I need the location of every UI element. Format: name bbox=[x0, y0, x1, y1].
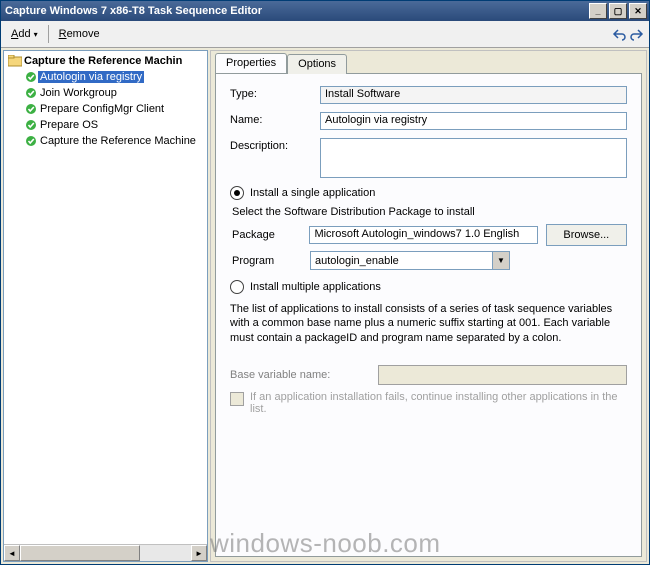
close-button[interactable]: ✕ bbox=[629, 3, 647, 19]
body: Capture the Reference Machin Autologin v… bbox=[1, 48, 649, 564]
tree-item[interactable]: Prepare OS bbox=[4, 117, 207, 133]
add-menu[interactable]: Add ▾ bbox=[5, 26, 44, 42]
tree-item-label: Autologin via registry bbox=[38, 71, 144, 83]
separator bbox=[48, 25, 49, 43]
program-select[interactable]: autologin_enable ▼ bbox=[310, 251, 510, 270]
properties-panel: Type: Install Software Name: Autologin v… bbox=[215, 73, 642, 557]
radio-multi-app[interactable] bbox=[230, 280, 244, 294]
base-var-field bbox=[378, 365, 627, 385]
window-title: Capture Windows 7 x86-T8 Task Sequence E… bbox=[5, 5, 587, 17]
scroll-track[interactable] bbox=[20, 545, 191, 561]
editor-window: Capture Windows 7 x86-T8 Task Sequence E… bbox=[0, 0, 650, 565]
tree-item-label: Prepare OS bbox=[38, 119, 100, 131]
continue-on-fail-checkbox bbox=[230, 392, 244, 406]
folder-icon bbox=[8, 55, 22, 67]
toolbar: Add ▾ Remove bbox=[1, 21, 649, 48]
remove-label: Remove bbox=[59, 28, 100, 40]
radio-single-app[interactable] bbox=[230, 186, 244, 200]
scroll-right-icon[interactable]: ► bbox=[191, 545, 207, 561]
single-app-label: Install a single application bbox=[250, 187, 375, 199]
check-icon bbox=[24, 119, 38, 131]
tree-pane: Capture the Reference Machin Autologin v… bbox=[3, 50, 208, 562]
tree-root-label: Capture the Reference Machin bbox=[22, 55, 184, 67]
browse-button[interactable]: Browse... bbox=[546, 224, 627, 246]
chevron-down-icon: ▼ bbox=[492, 252, 509, 269]
tree-item-label: Join Workgroup bbox=[38, 87, 119, 99]
base-var-label: Base variable name: bbox=[230, 369, 370, 381]
redo-icon[interactable] bbox=[629, 26, 645, 42]
desc-row: Description: bbox=[230, 138, 627, 178]
titlebar: Capture Windows 7 x86-T8 Task Sequence E… bbox=[1, 1, 649, 21]
continue-on-fail-label: If an application installation fails, co… bbox=[250, 391, 627, 415]
maximize-button[interactable]: ▢ bbox=[609, 3, 627, 19]
program-label: Program bbox=[232, 255, 302, 267]
description-field[interactable] bbox=[320, 138, 627, 178]
single-app-radio-row[interactable]: Install a single application bbox=[230, 186, 627, 200]
multi-explain-text: The list of applications to install cons… bbox=[230, 302, 627, 345]
program-row: Program autologin_enable ▼ bbox=[232, 251, 627, 270]
minimize-button[interactable]: _ bbox=[589, 3, 607, 19]
type-field: Install Software bbox=[320, 86, 627, 104]
tree-item[interactable]: Prepare ConfigMgr Client bbox=[4, 101, 207, 117]
check-icon bbox=[24, 71, 38, 83]
name-field[interactable]: Autologin via registry bbox=[320, 112, 627, 130]
scroll-left-icon[interactable]: ◄ bbox=[4, 545, 20, 561]
details-pane: Properties Options Type: Install Softwar… bbox=[210, 50, 647, 562]
package-row: Package Microsoft Autologin_windows7 1.0… bbox=[232, 224, 627, 246]
tree-root[interactable]: Capture the Reference Machin bbox=[4, 53, 207, 69]
check-icon bbox=[24, 135, 38, 147]
scroll-thumb[interactable] bbox=[20, 545, 140, 561]
tab-properties[interactable]: Properties bbox=[215, 53, 287, 73]
check-icon bbox=[24, 87, 38, 99]
package-field[interactable]: Microsoft Autologin_windows7 1.0 English bbox=[309, 226, 537, 244]
tree-item-label: Capture the Reference Machine bbox=[38, 135, 198, 147]
tree[interactable]: Capture the Reference Machin Autologin v… bbox=[4, 51, 207, 544]
continue-on-fail-row: If an application installation fails, co… bbox=[230, 391, 627, 415]
type-row: Type: Install Software bbox=[230, 86, 627, 104]
type-label: Type: bbox=[230, 86, 320, 100]
remove-button[interactable]: Remove bbox=[53, 26, 106, 42]
tab-options[interactable]: Options bbox=[287, 54, 347, 74]
select-package-text: Select the Software Distribution Package… bbox=[232, 206, 627, 218]
single-app-block: Select the Software Distribution Package… bbox=[232, 206, 627, 270]
add-label: Add bbox=[11, 28, 31, 40]
tab-strip: Properties Options bbox=[215, 53, 347, 73]
multi-app-radio-row[interactable]: Install multiple applications bbox=[230, 280, 627, 294]
multi-app-label: Install multiple applications bbox=[250, 281, 381, 293]
package-label: Package bbox=[232, 229, 301, 241]
horizontal-scrollbar[interactable]: ◄ ► bbox=[4, 544, 207, 561]
name-label: Name: bbox=[230, 112, 320, 126]
program-value: autologin_enable bbox=[315, 255, 492, 267]
tree-item[interactable]: Autologin via registry bbox=[4, 69, 207, 85]
name-row: Name: Autologin via registry bbox=[230, 112, 627, 130]
tree-item[interactable]: Capture the Reference Machine bbox=[4, 133, 207, 149]
window-buttons: _ ▢ ✕ bbox=[587, 3, 647, 19]
undo-icon[interactable] bbox=[611, 26, 627, 42]
tree-item[interactable]: Join Workgroup bbox=[4, 85, 207, 101]
check-icon bbox=[24, 103, 38, 115]
description-label: Description: bbox=[230, 138, 320, 152]
dropdown-caret-icon: ▾ bbox=[34, 30, 38, 39]
tree-item-label: Prepare ConfigMgr Client bbox=[38, 103, 166, 115]
base-var-row: Base variable name: bbox=[230, 365, 627, 385]
